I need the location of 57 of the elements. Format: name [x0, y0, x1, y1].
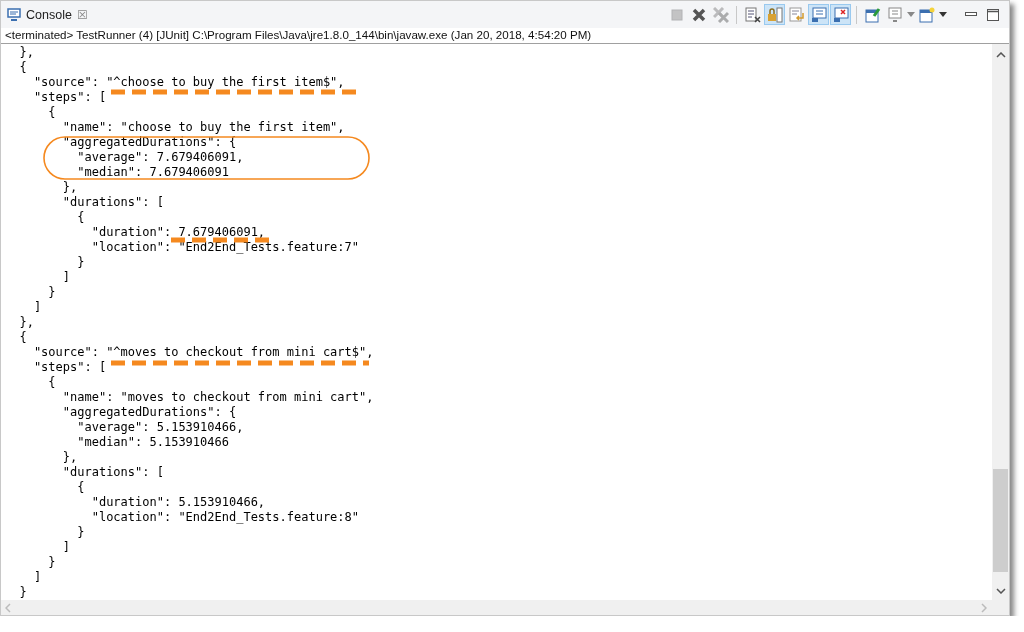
console-line: }: [18, 585, 27, 600]
console-line: ]: [61, 540, 71, 555]
console-line: },: [61, 180, 78, 195]
scroll-up-icon[interactable]: [995, 52, 1006, 58]
console-line: "steps": [: [32, 360, 107, 375]
console-line: },: [18, 45, 34, 60]
console-line: ]: [32, 570, 42, 585]
console-line: "duration": 5.153910466,: [90, 495, 266, 510]
console-line: "median": 5.153910466: [76, 435, 229, 450]
scrollbar-thumb[interactable]: [993, 469, 1008, 572]
console-line: "location": "End2End_Tests.feature:8": [90, 510, 359, 525]
clear-icon: [744, 6, 761, 23]
caret-icon[interactable]: [938, 12, 947, 17]
console-line: }: [76, 255, 85, 270]
console-line: {: [76, 210, 85, 225]
console-line: ]: [61, 270, 71, 285]
console-line: {: [47, 105, 56, 120]
console-line: "name": "moves to checkout from mini cart",: [61, 390, 374, 405]
console-line: "durations": [: [61, 465, 164, 480]
console-line: "steps": [: [32, 90, 107, 105]
console-line: }: [47, 555, 56, 570]
console-line: {: [18, 330, 27, 345]
console-line: "average": 7.679406091,: [76, 150, 244, 165]
console-line: }: [47, 285, 56, 300]
console-line: {: [76, 480, 85, 495]
console-line: "location": "End2End_Tests.feature:7": [90, 240, 359, 255]
console-line: "durations": [: [61, 195, 164, 210]
remove-all-icon: [712, 6, 729, 23]
tab-title[interactable]: Console: [26, 7, 72, 22]
minimize-icon: [964, 12, 977, 17]
console-line: "duration": 7.679406091,: [90, 225, 266, 240]
display-icon: [886, 6, 903, 23]
scroll-lock-icon: [766, 6, 783, 23]
word-wrap-icon: [788, 6, 805, 23]
console-line: "median": 7.679406091: [76, 165, 229, 180]
console-line: "aggregatedDurations": {: [61, 405, 237, 420]
console-line: },: [61, 450, 78, 465]
console-line: {: [47, 375, 56, 390]
console-line: {: [18, 60, 27, 75]
console-line: ]: [32, 300, 42, 315]
remove-icon: [691, 7, 706, 22]
console-line: "name": "choose to buy the first item",: [61, 120, 345, 135]
console-line: "aggregatedDurations": {: [61, 135, 237, 150]
console-icon: [7, 8, 21, 21]
scroll-lock-button[interactable]: [764, 4, 785, 25]
clear-button[interactable]: [742, 4, 763, 25]
console-line: "source": "^moves to checkout from mini cart$",: [32, 345, 374, 360]
console-line: },: [18, 315, 34, 330]
process-status: <terminated> TestRunner (4) [JUnit] C:\Program Files\Java\jre1.8.0_144\bin\javaw.exe (Jan 20, 2018, 4:54:20 PM): [1, 28, 1009, 44]
new-icon: [918, 6, 935, 23]
console-line: }: [76, 525, 85, 540]
scroll-down-icon[interactable]: [995, 588, 1006, 594]
stop-icon: [670, 8, 683, 21]
maximize-icon: [986, 8, 999, 21]
console-line: "average": 5.153910466,: [76, 420, 244, 435]
vertical-scrollbar[interactable]: [992, 44, 1009, 600]
console-line: "source": "^choose to buy the first item$",: [32, 75, 345, 90]
